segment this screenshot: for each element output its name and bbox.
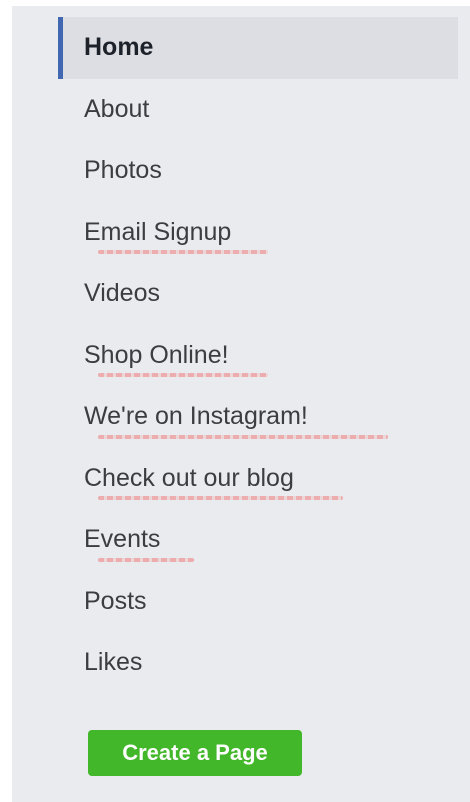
nav-item-posts[interactable]: Posts (58, 571, 458, 633)
nav-item-label: Photos (84, 156, 162, 184)
nav-item-videos[interactable]: Videos (58, 263, 458, 325)
nav-item-label: Likes (84, 648, 143, 676)
nav-item-label: Home (84, 33, 154, 61)
spellcheck-underline (98, 250, 268, 254)
page-nav-menu: Home About Photos Email Signup Videos Sh… (58, 17, 458, 694)
nav-item-label: Posts (84, 586, 147, 615)
nav-item-blog[interactable]: Check out our blog (58, 448, 458, 510)
nav-item-shop-online[interactable]: Shop Online! (58, 325, 458, 387)
nav-item-about[interactable]: About (58, 79, 458, 141)
nav-item-label: About (84, 94, 150, 123)
spellcheck-underline (98, 434, 388, 439)
nav-item-label: Videos (84, 279, 160, 307)
spellcheck-underline (98, 496, 343, 500)
nav-item-instagram[interactable]: We're on Instagram! (58, 386, 458, 448)
nav-item-events[interactable]: Events (58, 509, 458, 571)
nav-item-likes[interactable]: Likes (58, 632, 458, 694)
nav-item-photos[interactable]: Photos (58, 140, 458, 202)
spellcheck-underline (98, 557, 194, 562)
spellcheck-underline (98, 373, 268, 377)
nav-item-email-signup[interactable]: Email Signup (58, 202, 458, 264)
nav-item-home[interactable]: Home (58, 17, 458, 79)
create-page-button[interactable]: Create a Page (88, 730, 302, 776)
